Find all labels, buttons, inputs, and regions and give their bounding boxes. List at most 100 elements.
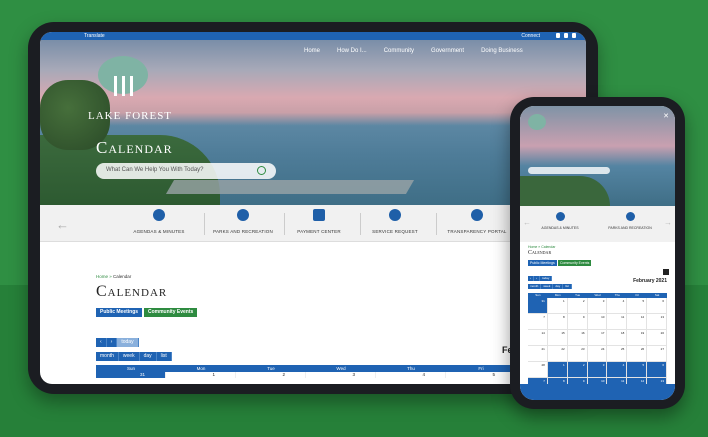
- facebook-icon[interactable]: [564, 33, 568, 38]
- phone-day-cell[interactable]: 5: [627, 362, 648, 377]
- phone-day-cell[interactable]: 15: [548, 330, 568, 345]
- phone-view-week[interactable]: week: [541, 284, 554, 289]
- phone-day-cell[interactable]: 25: [607, 346, 628, 361]
- phone-day-cell[interactable]: 28: [528, 362, 548, 377]
- calendar-day-cell[interactable]: 4: [376, 372, 446, 378]
- phone-day-cell[interactable]: 14: [528, 330, 548, 345]
- nav-item-community[interactable]: Community: [384, 48, 414, 54]
- top-utility-bar: Translate Connect: [40, 32, 586, 40]
- phone-view-switch: month week day list: [528, 284, 572, 289]
- phone-day-cell[interactable]: 17: [588, 330, 608, 345]
- phone-day-cell[interactable]: 26: [627, 346, 648, 361]
- service-request-icon: [389, 209, 401, 221]
- view-week-button[interactable]: week: [118, 352, 140, 361]
- instagram-icon[interactable]: [572, 33, 576, 38]
- phone-public-meetings-button[interactable]: Public Meetings: [528, 260, 557, 266]
- phone-view-day[interactable]: day: [553, 284, 564, 289]
- city-logo[interactable]: [92, 52, 154, 110]
- search-placeholder: What Can We Help You With Today?: [106, 167, 204, 173]
- phone-day-cell[interactable]: 4: [607, 298, 628, 313]
- translate-link[interactable]: Translate: [84, 32, 105, 40]
- view-month-button[interactable]: month: [96, 352, 119, 361]
- phone-day-cell[interactable]: 1: [547, 362, 568, 377]
- phone-day-cell[interactable]: 2: [567, 362, 588, 377]
- phone-week-row: 7 8 9 10 11 12 13: [528, 314, 668, 330]
- phone-day-cell[interactable]: 5: [627, 298, 648, 313]
- quick-link-parks[interactable]: Parks and Recreation: [208, 209, 278, 234]
- phone-day-cell[interactable]: 9: [568, 314, 588, 329]
- calendar-next-button[interactable]: ›: [106, 338, 118, 347]
- phone-day-cell[interactable]: 4: [607, 362, 628, 377]
- phone-search-input[interactable]: [528, 167, 610, 174]
- calendar-day-cell[interactable]: 31: [96, 372, 166, 378]
- logo-text: LAKE FOREST: [88, 110, 173, 122]
- phone-day-cell[interactable]: 31: [528, 298, 548, 313]
- phone-community-events-button[interactable]: Community Events: [558, 260, 592, 266]
- phone-day-cell[interactable]: 22: [548, 346, 568, 361]
- nav-item-doing-business[interactable]: Doing Business: [481, 48, 523, 54]
- quick-links-prev-arrow-icon[interactable]: ←: [56, 217, 69, 232]
- phone-view-list[interactable]: list: [563, 284, 572, 289]
- menu-icon[interactable]: ✕: [663, 112, 669, 120]
- calendar-view-switch: month week day list: [96, 352, 172, 361]
- payment-icon: [313, 209, 325, 221]
- community-events-button[interactable]: Community Events: [144, 308, 198, 317]
- phone-day-cell[interactable]: 21: [528, 346, 548, 361]
- phone-day-cell[interactable]: 20: [647, 330, 668, 345]
- phone-day-cell[interactable]: 8: [548, 314, 568, 329]
- transparency-icon: [471, 209, 483, 221]
- phone-quick-link-agendas[interactable]: Agendas & Minutes: [530, 212, 590, 230]
- quick-link-agendas[interactable]: Agendas & Minutes: [124, 209, 194, 234]
- phone-day-cell[interactable]: 2: [568, 298, 588, 313]
- sun-waves-icon: [625, 212, 635, 221]
- phone-day-cell[interactable]: 6: [647, 362, 668, 377]
- phone-quick-links: ← Agendas & Minutes Parks and Recreation…: [520, 206, 675, 242]
- search-input[interactable]: What Can We Help You With Today?: [96, 163, 276, 179]
- view-day-button[interactable]: day: [139, 352, 157, 361]
- phone-day-cell[interactable]: 19: [627, 330, 648, 345]
- nav-item-government[interactable]: Government: [431, 48, 464, 54]
- phone-day-cell[interactable]: 23: [568, 346, 588, 361]
- calendar-today-button[interactable]: today: [117, 338, 139, 347]
- phone-day-cell[interactable]: 3: [588, 298, 608, 313]
- nav-item-home[interactable]: Home: [304, 48, 320, 54]
- phone-view-month[interactable]: month: [528, 284, 542, 289]
- phone-day-cell[interactable]: 16: [568, 330, 588, 345]
- breadcrumb-home[interactable]: Home: [96, 274, 108, 279]
- main-nav: Home How Do I... Community Government Do…: [304, 48, 523, 54]
- phone-logo-icon[interactable]: [528, 114, 546, 130]
- phone-day-cell[interactable]: 13: [647, 314, 668, 329]
- page-title: Calendar: [96, 283, 168, 300]
- phone-day-cell[interactable]: 18: [607, 330, 628, 345]
- quick-link-transparency[interactable]: Transparency Portal: [442, 209, 512, 234]
- phone-hero: ✕: [520, 106, 675, 206]
- phone-next-arrow-icon[interactable]: →: [664, 218, 672, 227]
- calendar-prev-button[interactable]: ‹: [96, 338, 107, 347]
- phone-day-cell[interactable]: 7: [528, 314, 548, 329]
- calendar-day-cell[interactable]: 5: [446, 372, 516, 378]
- phone-day-cell[interactable]: 27: [647, 346, 668, 361]
- phone-today-button[interactable]: today: [540, 276, 553, 281]
- hero-title: Calendar: [96, 138, 173, 157]
- twitter-icon[interactable]: [556, 33, 560, 38]
- phone-day-cell[interactable]: 12: [627, 314, 648, 329]
- phone-calendar-search-icon[interactable]: [663, 269, 669, 275]
- quick-link-service-request[interactable]: Service Request: [360, 209, 430, 234]
- calendar-day-cell[interactable]: 3: [306, 372, 376, 378]
- view-list-button[interactable]: list: [156, 352, 172, 361]
- calendar-day-cell[interactable]: 2: [236, 372, 306, 378]
- phone-day-cell[interactable]: 6: [647, 298, 668, 313]
- phone-day-cell[interactable]: 10: [588, 314, 608, 329]
- phone-day-cell[interactable]: 1: [548, 298, 568, 313]
- phone-day-cell[interactable]: 11: [607, 314, 628, 329]
- phone-day-cell[interactable]: 24: [588, 346, 608, 361]
- tablet-screen: Translate Connect LAKE FOREST Home How D…: [40, 32, 586, 384]
- quick-link-payment[interactable]: Payment Center: [284, 209, 354, 234]
- phone-week-row: 31 1 2 3 4 5 6: [528, 298, 668, 314]
- nav-item-how-do-i[interactable]: How Do I...: [337, 48, 367, 54]
- phone-day-cell[interactable]: 3: [587, 362, 608, 377]
- phone-quick-link-parks[interactable]: Parks and Recreation: [600, 212, 660, 230]
- search-icon[interactable]: [257, 166, 266, 175]
- public-meetings-button[interactable]: Public Meetings: [96, 308, 143, 317]
- calendar-day-cell[interactable]: 1: [166, 372, 236, 378]
